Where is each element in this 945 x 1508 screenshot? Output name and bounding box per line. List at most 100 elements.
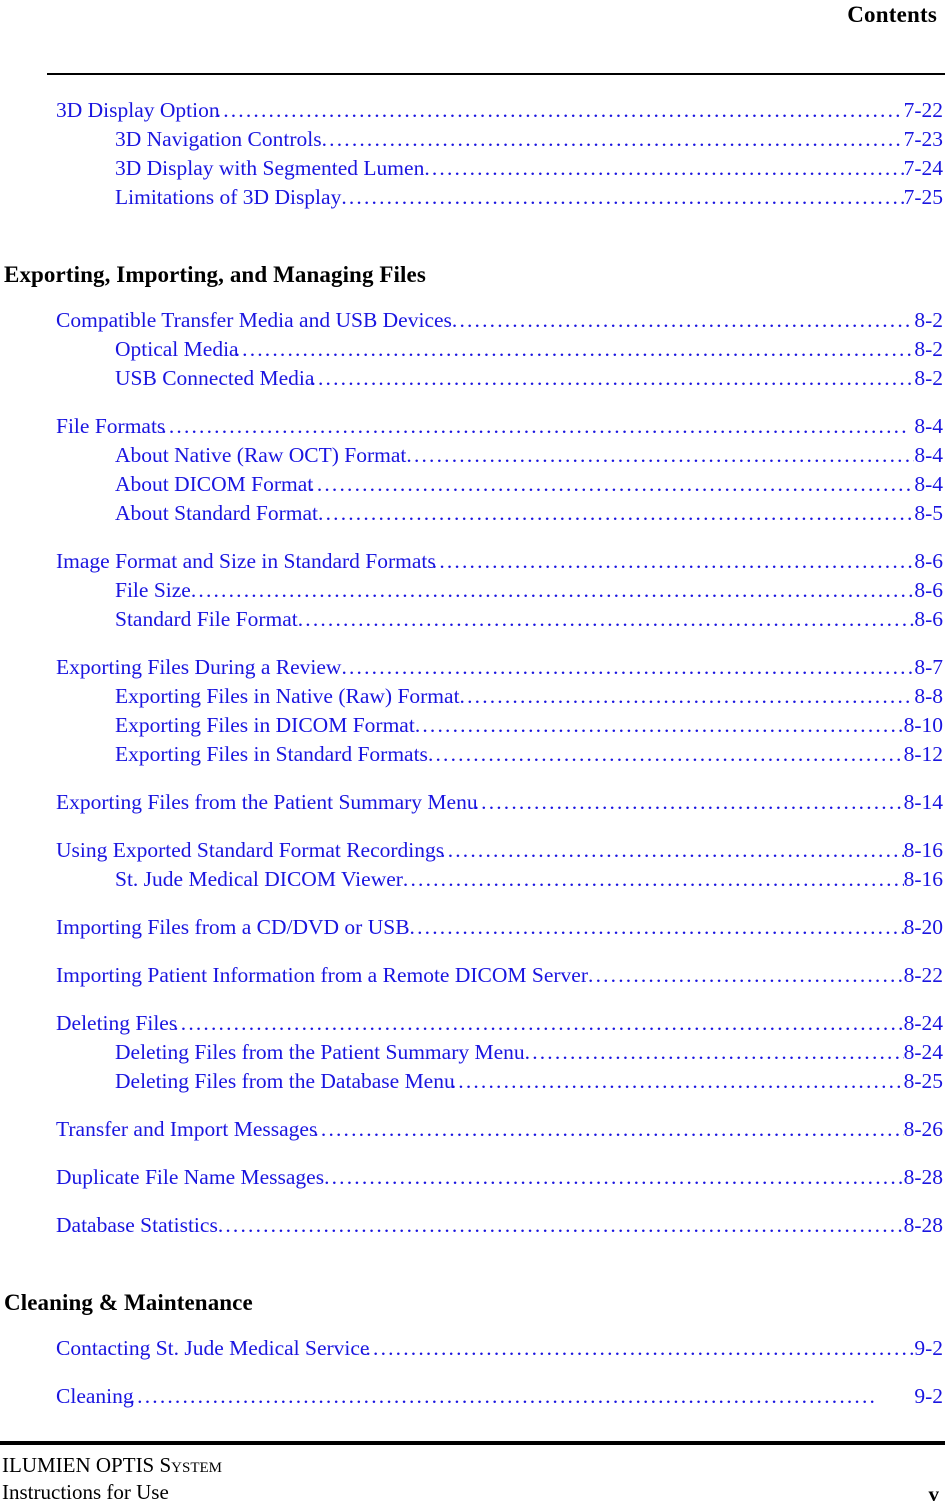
toc-chapter-title: Cleaning & Maintenance	[4, 1290, 253, 1315]
toc-dot-leader	[341, 187, 903, 209]
toc-entry-page-number: 7-23	[903, 127, 943, 151]
toc-group: Exporting Files During a Review8-7Export…	[0, 653, 945, 769]
toc-entry-level-1[interactable]: Exporting Files from the Patient Summary…	[0, 788, 945, 817]
toc-entry-level-2[interactable]: 3D Navigation Controls 7-23	[0, 125, 945, 154]
toc-entry-level-2[interactable]: Deleting Files from the Database Menu 8-2…	[0, 1067, 945, 1096]
toc-entry-page-number: 8-6	[914, 578, 943, 602]
toc-entry-label: Using Exported Standard Format Recording…	[56, 838, 445, 862]
toc-entry-label: Exporting Files in DICOM Format	[115, 713, 415, 737]
toc-dot-leader	[452, 310, 914, 332]
toc-entry-label: Limitations of 3D Display	[115, 185, 342, 209]
toc-entry-page-number: 8-28	[903, 1165, 943, 1189]
toc-entry-page-number: 8-25	[903, 1069, 943, 1093]
toc-entry-level-1[interactable]: File Formats 8-4	[0, 412, 945, 441]
toc-entry-page-number: 8-12	[903, 742, 943, 766]
toc-entry-level-2[interactable]: Optical Media 8-2	[0, 335, 945, 364]
toc-group: Exporting Files from the Patient Summary…	[0, 788, 945, 817]
toc-entry-label: Exporting Files from the Patient Summary…	[56, 790, 478, 814]
toc-entry-level-2[interactable]: File Size 8-6	[0, 576, 945, 605]
toc-group: Importing Patient Information from a Rem…	[0, 961, 945, 990]
toc-entry-label: About Standard Format	[115, 501, 319, 525]
toc-entry-label: Cleaning	[56, 1384, 134, 1408]
toc-dot-leader	[474, 792, 904, 814]
toc-entry-level-2[interactable]: Standard File Format 8-6	[0, 605, 945, 634]
toc-entry-label: 3D Navigation Controls	[115, 127, 322, 151]
toc-entry-level-1[interactable]: Importing Patient Information from a Rem…	[0, 961, 945, 990]
toc-dot-leader	[415, 715, 904, 737]
toc-entry-level-1[interactable]: Image Format and Size in Standard Format…	[0, 547, 945, 576]
toc-dot-leader	[235, 339, 915, 361]
toc-entry-label: Deleting Files from the Database Menu	[115, 1069, 455, 1093]
toc-chapter: 3D Display Option 7-22 3D Navigation Contr…	[0, 96, 945, 212]
running-header: Contents	[0, 0, 945, 48]
toc-entry-level-1[interactable]: Transfer and Import Messages 8-26	[0, 1115, 945, 1144]
toc-entry-label: Exporting Files During a Review	[56, 655, 342, 679]
toc-entry-level-2[interactable]: USB Connected Media 8-2	[0, 364, 945, 393]
toc-entry-page-number: 7-22	[903, 98, 943, 122]
toc-entry-level-1[interactable]: Importing Files from a CD/DVD or USB 8-20	[0, 913, 945, 942]
toc-dot-leader	[130, 1386, 915, 1408]
toc-chapter: Exporting, Importing, and Managing Files…	[0, 260, 945, 1240]
toc-group: Using Exported Standard Format Recording…	[0, 836, 945, 894]
toc-entry-page-number: 8-4	[914, 472, 943, 496]
toc-entry-level-2[interactable]: Exporting Files in DICOM Format 8-10	[0, 711, 945, 740]
toc-entry-level-2[interactable]: About DICOM Format 8-4	[0, 470, 945, 499]
toc-entry-level-1[interactable]: Cleaning 9-2	[0, 1382, 945, 1411]
toc-chapter: Cleaning & Maintenance Contacting St. Jud…	[0, 1288, 945, 1411]
toc-entry-label: Deleting Files	[56, 1011, 178, 1035]
toc-chapter-title: Exporting, Importing, and Managing Files	[4, 262, 426, 287]
toc-entry-page-number: 8-6	[914, 607, 943, 631]
toc-entry-label: USB Connected Media	[115, 366, 315, 390]
toc-entry-label: Importing Files from a CD/DVD or USB	[56, 915, 410, 939]
toc-entry-page-number: 8-6	[914, 549, 943, 573]
toc-entry-page-number: 8-2	[914, 337, 943, 361]
toc-dot-leader	[460, 686, 915, 708]
toc-entry-label: File Size	[115, 578, 191, 602]
toc-entry-level-1[interactable]: Duplicate File Name Messages 8-28	[0, 1163, 945, 1192]
toc-entry-level-2[interactable]: Deleting Files from the Patient Summary …	[0, 1038, 945, 1067]
toc-dot-leader	[324, 1167, 904, 1189]
toc-entry-level-2[interactable]: About Standard Format 8-5	[0, 499, 945, 528]
toc-dot-leader	[218, 1215, 904, 1237]
toc-dot-leader	[424, 158, 903, 180]
toc-dot-leader	[322, 129, 904, 151]
toc-entry-label: 3D Display with Segmented Lumen	[115, 156, 425, 180]
toc-entry-label: Compatible Transfer Media and USB Device…	[56, 308, 452, 332]
toc-entry-label: Exporting Files in Native (Raw) Format	[115, 684, 460, 708]
toc-entry-level-2[interactable]: St. Jude Medical DICOM Viewer 8-16	[0, 865, 945, 894]
toc-entry-level-1[interactable]: Contacting St. Jude Medical Service 9-2	[0, 1334, 945, 1363]
toc-entry-level-1[interactable]: Exporting Files During a Review 8-7	[0, 653, 945, 682]
toc-dot-leader	[161, 416, 914, 438]
toc-entry-level-2[interactable]: Exporting Files in Native (Raw) Format 8-…	[0, 682, 945, 711]
toc-entry-label: Optical Media	[115, 337, 239, 361]
toc-dot-leader	[318, 503, 914, 525]
toc-entry-page-number: 8-28	[903, 1213, 943, 1237]
toc-entry-label: St. Jude Medical DICOM Viewer	[115, 867, 403, 891]
toc-dot-leader	[310, 368, 914, 390]
toc-entry-level-1[interactable]: Using Exported Standard Format Recording…	[0, 836, 945, 865]
toc-entry-label: About DICOM Format	[115, 472, 314, 496]
toc-group: File Formats8-4About Native (Raw OCT) Fo…	[0, 412, 945, 528]
toc-entry-page-number: 8-26	[903, 1117, 943, 1141]
toc-dot-leader	[451, 1071, 904, 1093]
toc-entry-page-number: 8-2	[914, 308, 943, 332]
toc-group: Cleaning 9-2	[0, 1382, 945, 1411]
toc-entry-label: Deleting Files from the Patient Summary …	[115, 1040, 525, 1064]
toc-entry-level-2[interactable]: Limitations of 3D Display 7-25	[0, 183, 945, 212]
toc-entry-level-2[interactable]: About Native (Raw OCT) Format 8-4	[0, 441, 945, 470]
toc-group: Deleting Files 8-24 Deleting Files from th…	[0, 1009, 945, 1096]
toc-entry-page-number: 8-14	[903, 790, 943, 814]
toc-entry-level-1[interactable]: 3D Display Option 7-22	[0, 96, 945, 125]
toc-entry-level-1[interactable]: Deleting Files 8-24	[0, 1009, 945, 1038]
toc-entry-level-1[interactable]: Compatible Transfer Media and USB Device…	[0, 306, 945, 335]
toc-group: 3D Display Option 7-22 3D Navigation Contr…	[0, 96, 945, 212]
toc-dot-leader	[298, 609, 915, 631]
toc-group: Database Statistics 8-28	[0, 1211, 945, 1240]
toc-dot-leader	[173, 1013, 903, 1035]
toc-entry-level-2[interactable]: 3D Display with Segmented Lumen 7-24	[0, 154, 945, 183]
toc-entry-level-2[interactable]: Exporting Files in Standard Formats 8-12	[0, 740, 945, 769]
toc-entry-page-number: 7-25	[903, 185, 943, 209]
toc-entry-page-number: 8-16	[903, 838, 943, 862]
toc-entry-level-1[interactable]: Database Statistics 8-28	[0, 1211, 945, 1240]
page-footer: ILUMIEN OPTIS System Instructions for Us…	[0, 1452, 945, 1508]
